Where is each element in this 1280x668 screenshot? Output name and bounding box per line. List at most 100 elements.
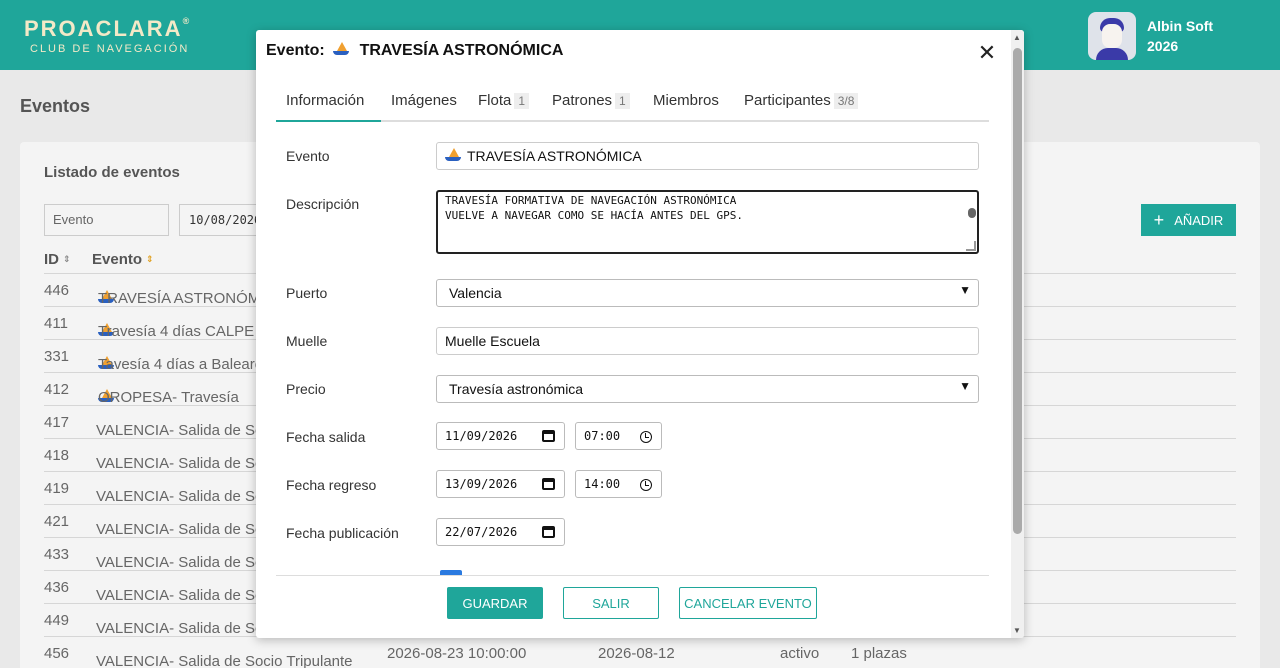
page-title: Eventos <box>20 96 91 116</box>
modal-footer: GUARDAR SALIR CANCELAR EVENTO <box>276 575 989 638</box>
fecha-publicacion-date-input[interactable]: 22/07/2026 <box>436 518 565 546</box>
scroll-up-icon[interactable]: ▲ <box>1013 33 1021 42</box>
event-filter-input[interactable]: Evento <box>44 204 169 236</box>
clock-icon[interactable] <box>640 479 652 491</box>
column-header-id[interactable]: ID ⇕ <box>44 251 71 268</box>
chevron-down-icon: ▼ <box>959 283 971 297</box>
tab-label: Imágenes <box>391 92 457 109</box>
row-event-name: Tavesía 4 días a Baleares <box>98 356 271 373</box>
tab-patrones[interactable]: Patrones 1 <box>552 92 630 109</box>
row-id: 411 <box>44 315 68 332</box>
tab-label: Patrones <box>552 92 613 109</box>
row-id: 446 <box>44 282 70 299</box>
row-date: 2026-08-12 <box>598 645 675 662</box>
date-value: 11/09/2026 <box>445 429 518 443</box>
tab-label: Información <box>286 92 365 109</box>
club-logo[interactable]: PROACLARA® CLUB DE NAVEGACIÓN <box>24 16 191 55</box>
precio-label: Precio <box>286 381 326 397</box>
tab-count-badge: 1 <box>615 93 630 109</box>
row-id: 418 <box>44 447 70 464</box>
exit-button[interactable]: SALIR <box>563 587 659 619</box>
row-places: 1 plazas <box>851 645 907 662</box>
clock-icon[interactable] <box>640 431 652 443</box>
row-id: 456 <box>44 645 70 662</box>
row-event-name: VALENCIA- Salida de Socio Tripulante <box>96 653 353 668</box>
tab-informacion[interactable]: Información <box>286 92 364 109</box>
descripcion-label: Descripción <box>286 196 360 212</box>
time-value: 07:00 <box>584 429 621 443</box>
row-event-name: VALENCIA- Salida de Socio <box>96 554 283 571</box>
modal-title-prefix: Evento: <box>266 42 325 59</box>
logo-text: PROACLARA <box>24 16 183 41</box>
table-row[interactable]: 456 VALENCIA- Salida de Socio Tripulante 2… <box>44 636 1236 668</box>
calendar-icon[interactable] <box>542 478 555 490</box>
active-tab-indicator <box>276 120 381 122</box>
sailboat-icon <box>333 42 350 56</box>
muelle-label: Muelle <box>286 333 328 349</box>
row-event-name: VALENCIA- Salida de Socio <box>96 521 283 538</box>
descripcion-line: VUELVE A NAVEGAR COMO SE HACÍA ANTES DEL… <box>445 209 744 222</box>
puerto-select[interactable]: Valencia ▼ <box>436 279 979 307</box>
chevron-down-icon: ▼ <box>959 379 971 393</box>
fecha-salida-time-input[interactable]: 07:00 <box>575 422 662 450</box>
precio-select[interactable]: Travesía astronómica ▼ <box>436 375 979 403</box>
cancel-event-button[interactable]: CANCELAR EVENTO <box>679 587 817 619</box>
tab-participantes[interactable]: Participantes 3/8 <box>744 92 859 109</box>
tab-label: Miembros <box>653 92 719 109</box>
avatar[interactable] <box>1088 12 1136 60</box>
modal-tabs: Información Imágenes Flota 1 Patrones 1 Mi… <box>276 86 989 122</box>
muelle-input[interactable]: Muelle Escuela <box>436 327 979 355</box>
row-id: 436 <box>44 579 70 596</box>
descripcion-line: TRAVESÍA FORMATIVA DE NAVEGACIÓN ASTRONÓ… <box>445 194 737 207</box>
calendar-icon[interactable] <box>542 526 555 538</box>
modal-scrollbar[interactable]: ▲ ▼ <box>1011 30 1024 638</box>
resize-handle-icon[interactable] <box>966 241 976 251</box>
textarea-scrollbar[interactable] <box>967 206 976 242</box>
evento-value: TRAVESÍA ASTRONÓMICA <box>467 148 642 164</box>
fecha-regreso-date-input[interactable]: 13/09/2026 <box>436 470 565 498</box>
close-icon[interactable]: ✕ <box>976 42 998 64</box>
modal-title: Evento: TRAVESÍA ASTRONÓMICA <box>266 42 563 60</box>
scroll-thumb[interactable] <box>1013 48 1022 534</box>
user-menu[interactable]: Albin Soft 2026 <box>1088 12 1213 60</box>
row-event-name: VALENCIA- Salida de Socio <box>96 488 283 505</box>
user-info: Albin Soft 2026 <box>1147 16 1213 56</box>
row-status: activo <box>780 645 820 662</box>
fecha-publicacion-label: Fecha publicación <box>286 525 399 541</box>
tab-count-badge: 1 <box>514 93 530 109</box>
fecha-regreso-time-input[interactable]: 14:00 <box>575 470 662 498</box>
tab-miembros[interactable]: Miembros <box>653 92 719 109</box>
row-id: 419 <box>44 480 70 497</box>
row-id: 421 <box>44 513 70 530</box>
descripcion-textarea[interactable]: TRAVESÍA FORMATIVA DE NAVEGACIÓN ASTRONÓ… <box>436 190 979 254</box>
add-event-button[interactable]: + AÑADIR <box>1141 204 1236 236</box>
tab-flota[interactable]: Flota 1 <box>478 92 530 109</box>
time-value: 14:00 <box>584 477 621 491</box>
precio-value: Travesía astronómica <box>449 381 584 397</box>
puerto-label: Puerto <box>286 285 328 301</box>
row-id: 331 <box>44 348 70 365</box>
row-event-name: VALENCIA- Salida de Socio <box>96 422 283 439</box>
column-header-event[interactable]: Evento ⇕ <box>92 251 154 268</box>
sort-icon: ⇕ <box>146 254 154 264</box>
scroll-down-icon[interactable]: ▼ <box>1013 626 1021 635</box>
tab-imagenes[interactable]: Imágenes <box>391 92 457 109</box>
column-header-id-label: ID <box>44 251 59 268</box>
logo-subtitle: CLUB DE NAVEGACIÓN <box>30 43 190 55</box>
calendar-icon[interactable] <box>542 430 555 442</box>
puerto-value: Valencia <box>449 285 502 301</box>
fecha-regreso-label: Fecha regreso <box>286 477 377 493</box>
user-name: Albin Soft <box>1147 18 1214 34</box>
row-event-name: OROPESA- Travesía <box>98 389 239 406</box>
row-datetime: 2026-08-23 10:00:00 <box>387 645 527 662</box>
row-id: 417 <box>44 414 70 431</box>
user-year: 2026 <box>1147 38 1179 54</box>
save-button[interactable]: GUARDAR <box>447 587 543 619</box>
row-event-name: VALENCIA- Salida de Socio <box>96 455 283 472</box>
sort-icon: ⇕ <box>63 254 71 264</box>
row-event-name: VALENCIA- Salida de Socio <box>96 587 283 604</box>
fecha-salida-date-input[interactable]: 11/09/2026 <box>436 422 565 450</box>
sailboat-icon <box>445 148 461 162</box>
evento-input[interactable]: TRAVESÍA ASTRONÓMICA <box>436 142 979 170</box>
row-event-name: VALENCIA- Salida de Socio <box>96 620 283 637</box>
